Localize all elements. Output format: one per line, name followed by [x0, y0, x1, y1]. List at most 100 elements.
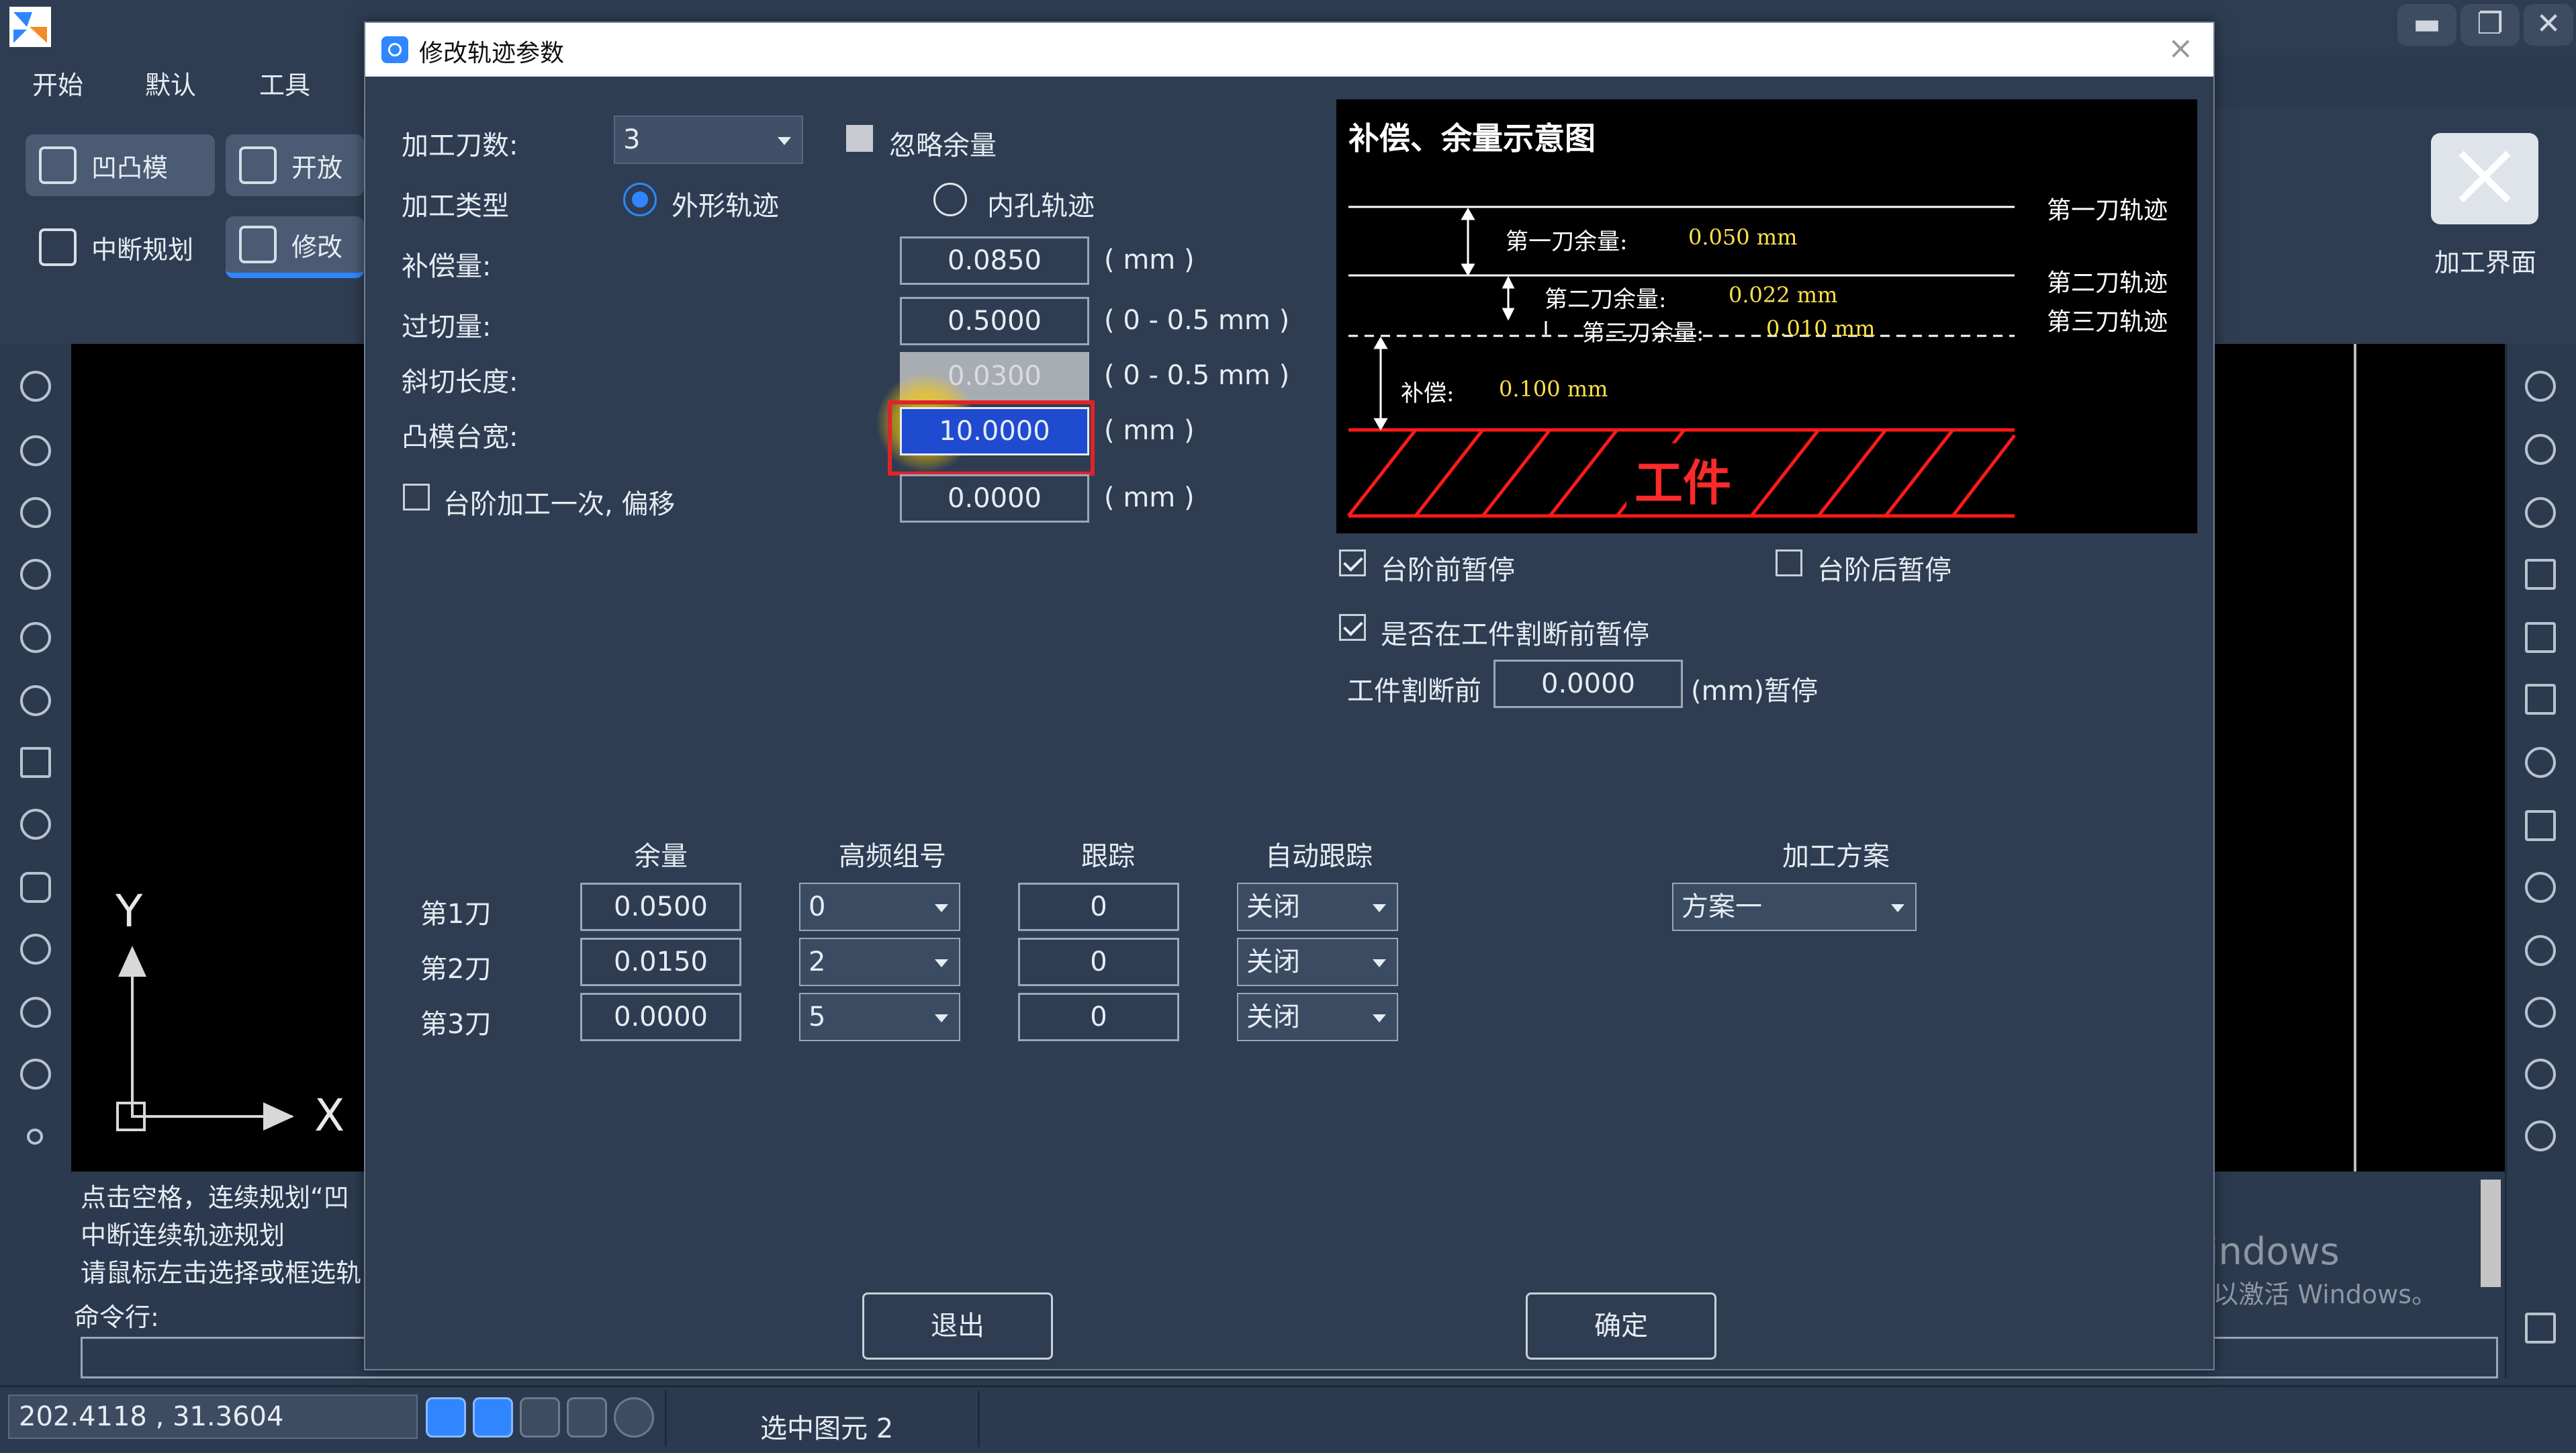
restore-button[interactable]: ❐	[2460, 4, 2520, 46]
polyline-tool-icon[interactable]	[20, 685, 51, 716]
diagram-track3-label: 第三刀轨迹	[2047, 308, 2168, 336]
cut-off-input[interactable]: 0.0000	[1493, 660, 1683, 708]
menu-default[interactable]: 默认	[145, 64, 196, 101]
compensation-input[interactable]: 0.0850	[900, 236, 1089, 285]
break-tool-icon[interactable]	[2525, 1120, 2556, 1151]
auto-track-value: 关闭	[1246, 891, 1300, 922]
row-label-knife3: 第3刀	[420, 1009, 492, 1040]
ortho-toggle-icon[interactable]	[473, 1397, 513, 1438]
machining-interface-button[interactable]	[2431, 133, 2538, 224]
array-tool-icon[interactable]	[2525, 810, 2556, 841]
hf-group-select-knife1[interactable]: 0	[799, 883, 960, 931]
bevel-length-label: 斜切长度:	[402, 367, 518, 398]
ellipse-tool-icon[interactable]	[20, 559, 51, 590]
star-tool-icon[interactable]	[20, 934, 51, 965]
modify-icon	[239, 226, 277, 263]
scissors-icon[interactable]	[2525, 747, 2556, 778]
chamfer-tool-icon[interactable]	[2525, 997, 2556, 1028]
knife-count-label: 加工刀数:	[402, 130, 518, 161]
margin-input-knife3[interactable]: 0.0000	[580, 993, 741, 1041]
knife-count-select[interactable]: 3	[614, 116, 803, 164]
slot-tool-icon[interactable]	[20, 872, 51, 903]
inner-hole-track-radio[interactable]	[933, 183, 967, 216]
dialog-title: 修改轨迹参数	[419, 40, 565, 67]
chevron-down-icon	[1891, 904, 1904, 912]
select-tool-icon[interactable]	[2525, 371, 2556, 402]
pause-after-step-checkbox[interactable]	[1776, 549, 1802, 576]
menu-start[interactable]: 开始	[32, 64, 83, 101]
ribbon-interrupt-plan-button[interactable]: 中断规划	[26, 216, 215, 278]
point-tool-icon[interactable]	[27, 1129, 43, 1145]
menu-tools[interactable]: 工具	[259, 64, 310, 101]
exit-button[interactable]: 退出	[862, 1292, 1053, 1360]
explode-tool-icon[interactable]	[2525, 872, 2556, 903]
plan-select[interactable]: 方案一	[1672, 883, 1917, 931]
track-input-knife3[interactable]: 0	[1018, 993, 1179, 1041]
machining-interface-label: 加工界面	[2434, 248, 2536, 277]
compensation-label: 补偿量:	[402, 251, 492, 282]
move-tool-icon[interactable]	[2525, 434, 2556, 465]
spline-tool-icon[interactable]	[20, 622, 51, 653]
properties-icon[interactable]	[2525, 1313, 2556, 1344]
step-offset-input[interactable]: 0.0000	[900, 474, 1089, 523]
command-history-line: 请鼠标左击选择或框选轨	[81, 1258, 362, 1288]
chevron-down-icon	[1373, 1014, 1386, 1022]
pause-before-step-label: 台阶前暂停	[1381, 555, 1515, 586]
ribbon-punch-die-button[interactable]: 凹凸模	[26, 134, 215, 196]
polygon-tool-icon[interactable]	[20, 809, 51, 840]
minimize-button[interactable]: ▬	[2397, 4, 2456, 46]
x-axis-arrow	[263, 1102, 294, 1131]
auto-track-select-knife3[interactable]: 关闭	[1237, 993, 1398, 1041]
diagram-margin2-label: 第二刀余量:	[1545, 286, 1667, 313]
mirror-tool-icon[interactable]	[2525, 622, 2556, 653]
diagram-margin2-value: 0.022 mm	[1729, 282, 1838, 308]
dialog-close-button[interactable]: ×	[2168, 30, 2194, 66]
auto-track-select-knife1[interactable]: 关闭	[1237, 883, 1398, 931]
track-input-knife1[interactable]: 0	[1018, 883, 1179, 931]
ribbon-modify-button[interactable]: 修改	[226, 216, 364, 278]
margin-input-knife2[interactable]: 0.0150	[580, 938, 741, 986]
circle-tool-icon[interactable]	[20, 497, 51, 528]
text-style-tool-icon[interactable]	[20, 1059, 51, 1090]
polar-toggle-icon[interactable]	[567, 1397, 607, 1438]
auto-track-select-knife2[interactable]: 关闭	[1237, 938, 1398, 986]
margin-input-knife1[interactable]: 0.0500	[580, 883, 741, 931]
col-header-margin: 余量	[634, 841, 688, 872]
fillet-tool-icon[interactable]	[2525, 935, 2556, 966]
outer-track-label: 外形轨迹	[672, 191, 779, 222]
dialog-app-icon	[381, 36, 408, 63]
machining-type-label: 加工类型	[402, 191, 509, 222]
offset-tool-icon[interactable]	[2525, 684, 2556, 715]
pause-before-cut-checkbox[interactable]	[1339, 614, 1366, 641]
ignore-margin-checkbox[interactable]	[846, 125, 873, 152]
hf-group-select-knife3[interactable]: 5	[799, 993, 960, 1041]
outer-track-radio[interactable]	[623, 183, 657, 216]
step-once-checkbox[interactable]	[403, 484, 430, 511]
row-label-knife2: 第2刀	[420, 954, 492, 985]
object-snap-toggle-icon[interactable]	[614, 1397, 654, 1438]
command-scrollbar[interactable]	[2481, 1180, 2501, 1287]
scale-tool-icon[interactable]	[2525, 559, 2556, 590]
diagram-margin3-label: 第三刀余量:	[1582, 320, 1704, 347]
track-input-knife2[interactable]: 0	[1018, 938, 1179, 986]
ribbon-open-button[interactable]: 开放	[226, 134, 364, 196]
text-tool-icon[interactable]	[20, 997, 51, 1028]
diagram-margin1-value: 0.050 mm	[1688, 224, 1798, 250]
grid-toggle-icon[interactable]	[520, 1397, 560, 1438]
hf-group-select-knife2[interactable]: 2	[799, 938, 960, 986]
rectangle-tool-icon[interactable]	[20, 747, 51, 778]
pause-before-step-checkbox[interactable]	[1339, 549, 1366, 576]
arc-tool-icon[interactable]	[20, 435, 51, 466]
punch-width-label: 凸模台宽:	[402, 422, 518, 453]
compensation-unit: ( mm )	[1104, 245, 1195, 275]
ok-button[interactable]: 确定	[1526, 1292, 1716, 1360]
close-app-button[interactable]: ✕	[2524, 4, 2573, 46]
rotate-tool-icon[interactable]	[2525, 497, 2556, 528]
bevel-length-unit: ( 0 - 0.5 mm )	[1104, 360, 1290, 391]
snap-toggle-icon[interactable]	[426, 1397, 466, 1438]
line-tool-icon[interactable]	[20, 371, 51, 402]
status-separator	[978, 1391, 980, 1447]
extend-tool-icon[interactable]	[2525, 1059, 2556, 1090]
command-history-line: 点击空格，连续规划“凹	[81, 1183, 349, 1213]
overcut-input[interactable]: 0.5000	[900, 297, 1089, 345]
